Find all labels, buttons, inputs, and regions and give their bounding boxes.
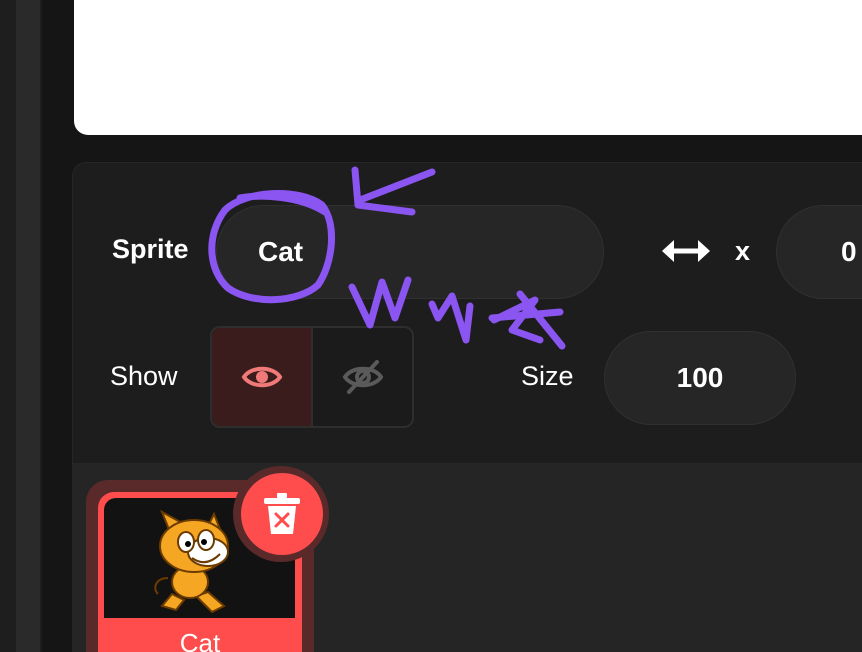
- left-scrollbar-track[interactable]: [0, 0, 42, 652]
- eye-slash-icon: [342, 360, 383, 394]
- show-sprite-button[interactable]: [212, 328, 311, 426]
- sprite-name-input[interactable]: Cat: [216, 205, 604, 299]
- stage-canvas[interactable]: [74, 0, 862, 135]
- trash-icon: [264, 493, 300, 534]
- left-right-arrows-icon: [662, 240, 710, 262]
- app-root: Sprite Cat x 0 Show Size 100 Cat: [0, 0, 862, 652]
- eye-icon: [241, 366, 282, 388]
- left-scrollbar-thumb[interactable]: [16, 0, 40, 652]
- size-label: Size: [521, 361, 574, 391]
- sprite-tile-name[interactable]: Cat: [98, 628, 302, 652]
- x-position-input[interactable]: 0: [776, 205, 862, 299]
- x-label: x: [735, 236, 751, 266]
- visibility-toggle-group: [210, 326, 414, 428]
- size-input[interactable]: 100: [604, 331, 796, 425]
- show-label: Show: [110, 361, 178, 391]
- hide-sprite-button[interactable]: [311, 328, 412, 426]
- sprite-label: Sprite: [112, 234, 189, 264]
- delete-sprite-button[interactable]: [241, 473, 323, 555]
